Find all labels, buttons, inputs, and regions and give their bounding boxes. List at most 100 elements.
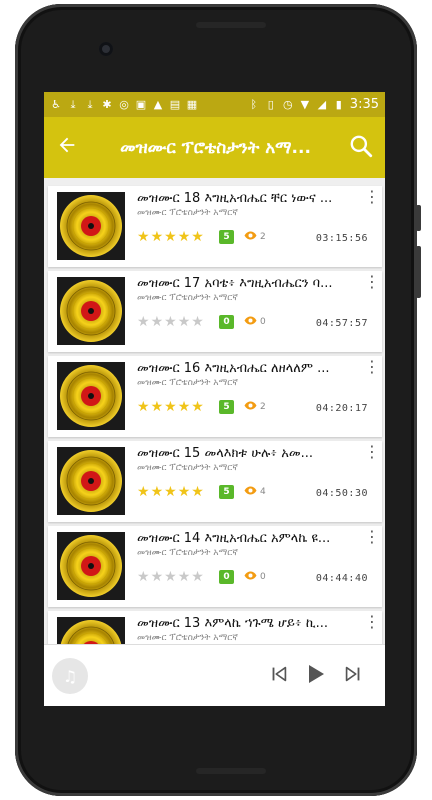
star-icon[interactable]: ★: [191, 570, 204, 584]
star-icon[interactable]: ★: [151, 400, 164, 414]
song-title: መዝሙር 17 አባቴ፥ እግዚአብሔርን ባ...: [137, 276, 333, 291]
mini-player: ♫: [44, 644, 385, 706]
star-icon[interactable]: ★: [164, 230, 177, 244]
star-icon[interactable]: ★: [191, 400, 204, 414]
vinyl-thumbnail: [57, 447, 125, 515]
rating-stars: ★★★★★: [137, 570, 204, 584]
view-count: 0: [244, 571, 266, 583]
view-count: 2: [244, 231, 266, 243]
more-vert-icon: ⋮: [364, 442, 380, 461]
settings-icon: ✱: [102, 98, 112, 111]
song-card[interactable]: መዝሙር 16 እግዚአብሔር ለዘላለም ... መዝሙር ፕሮቴስታንት አ…: [48, 356, 382, 437]
eye-icon: [244, 316, 257, 328]
song-title: መዝሙር 14 እግዚአብሔር አምላኬ ዩ...: [137, 531, 331, 546]
star-icon[interactable]: ★: [151, 570, 164, 584]
view-count-value: 0: [260, 572, 266, 582]
star-icon[interactable]: ★: [178, 485, 191, 499]
view-count-value: 0: [260, 317, 266, 327]
more-vert-icon: ⋮: [364, 612, 380, 631]
song-artist: መዝሙር ፕሮቴስታንት አማርኛ: [137, 293, 238, 303]
album-art-button[interactable]: ♫: [52, 658, 88, 694]
song-card[interactable]: መዝሙር 14 እግዚአብሔር አምላኬ ዩ... መዝሙር ፕሮቴስታንት አ…: [48, 526, 382, 607]
search-button[interactable]: [347, 134, 375, 162]
next-button[interactable]: [340, 663, 366, 689]
top-speaker: [196, 22, 266, 28]
status-time: 3:35: [349, 97, 379, 112]
skip-previous-icon: [268, 663, 290, 689]
app-bar: መዝሙር ፕሮቴስታንት አማ...: [44, 117, 385, 178]
accessibility-icon: ♿: [51, 98, 61, 111]
star-icon[interactable]: ★: [164, 570, 177, 584]
rating-badge: 5: [219, 230, 234, 244]
song-card[interactable]: መዝሙር 18 እግዚአብሔር ቸር ነውና ... መዝሙር ፕሮቴስታንት …: [48, 186, 382, 267]
battery-icon: ▮: [335, 98, 342, 111]
download-done-icon: ⤓: [87, 97, 93, 111]
power-button: [416, 205, 421, 231]
car-icon: ▲: [153, 98, 163, 111]
eye-icon: [244, 571, 257, 583]
star-icon[interactable]: ★: [137, 230, 150, 244]
star-icon[interactable]: ★: [151, 485, 164, 499]
image-icon: ▣: [135, 98, 147, 111]
more-options-button[interactable]: ⋮: [364, 274, 380, 290]
more-vert-icon: ⋮: [364, 357, 380, 376]
play-button[interactable]: [302, 663, 328, 689]
song-duration: 04:57:57: [315, 318, 368, 329]
song-card[interactable]: መዝሙር 17 አባቴ፥ እግዚአብሔርን ባ... መዝሙር ፕሮቴስታንት …: [48, 271, 382, 352]
star-icon[interactable]: ★: [191, 230, 204, 244]
more-options-button[interactable]: ⋮: [364, 359, 380, 375]
star-icon[interactable]: ★: [137, 485, 150, 499]
more-options-button[interactable]: ⋮: [364, 189, 380, 205]
more-vert-icon: ⋮: [364, 187, 380, 206]
search-icon: [348, 133, 374, 163]
more-options-button[interactable]: ⋮: [364, 614, 380, 630]
previous-button[interactable]: [266, 663, 292, 689]
star-icon[interactable]: ★: [151, 315, 164, 329]
rating-stars: ★★★★★: [137, 485, 204, 499]
vinyl-thumbnail: [57, 532, 125, 600]
bluetooth-icon: ᛒ: [250, 98, 258, 111]
location-icon: ◎: [119, 98, 129, 111]
star-icon[interactable]: ★: [191, 315, 204, 329]
star-icon[interactable]: ★: [164, 315, 177, 329]
star-icon[interactable]: ★: [191, 485, 204, 499]
download-icon: ⤓: [70, 97, 76, 111]
song-duration: 04:44:40: [315, 573, 368, 584]
star-icon[interactable]: ★: [164, 400, 177, 414]
star-icon[interactable]: ★: [178, 315, 191, 329]
more-options-button[interactable]: ⋮: [364, 529, 380, 545]
song-title: መዝሙር 13 እምላኬ ኀጉሜ ሆይ፥ ኪ...: [137, 616, 328, 631]
alarm-icon: ◷: [282, 98, 293, 111]
rating-badge: 0: [219, 570, 234, 584]
star-icon[interactable]: ★: [137, 400, 150, 414]
rating-stars: ★★★★★: [137, 230, 204, 244]
song-artist: መዝሙር ፕሮቴስታንት አማርኛ: [137, 378, 238, 388]
calendar-icon: ▦: [186, 98, 198, 111]
star-icon[interactable]: ★: [178, 570, 191, 584]
song-duration: 04:20:17: [315, 403, 368, 414]
star-icon[interactable]: ★: [178, 230, 191, 244]
song-card[interactable]: መዝሙር 15 መላእክቱ ሁሉ፥ አመ... መዝሙር ፕሮቴስታንት አማር…: [48, 441, 382, 522]
song-artist: መዝሙር ፕሮቴስታንት አማርኛ: [137, 208, 238, 218]
vinyl-thumbnail: [57, 277, 125, 345]
star-icon[interactable]: ★: [151, 230, 164, 244]
star-icon[interactable]: ★: [164, 485, 177, 499]
more-options-button[interactable]: ⋮: [364, 444, 380, 460]
notification-icon: ▤: [169, 98, 181, 111]
screen: ♿ ⤓ ⤓ ✱ ◎ ▣ ▲ ▤ ▦ ᛒ ▯ ◷ ▼ ◢ ▮ 3:35 መዝሙር …: [44, 92, 385, 706]
more-vert-icon: ⋮: [364, 527, 380, 546]
star-icon[interactable]: ★: [137, 570, 150, 584]
view-count: 4: [244, 486, 266, 498]
skip-next-icon: [342, 663, 364, 689]
vinyl-thumbnail: [57, 362, 125, 430]
song-artist: መዝሙር ፕሮቴስታንት አማርኛ: [137, 463, 238, 473]
star-icon[interactable]: ★: [178, 400, 191, 414]
star-icon[interactable]: ★: [137, 315, 150, 329]
view-count-value: 4: [260, 487, 266, 497]
back-button[interactable]: [56, 134, 84, 162]
song-artist: መዝሙር ፕሮቴስታንት አማርኛ: [137, 633, 238, 643]
song-duration: 03:15:56: [315, 233, 368, 244]
rating-stars: ★★★★★: [137, 400, 204, 414]
song-artist: መዝሙር ፕሮቴስታንት አማርኛ: [137, 548, 238, 558]
vinyl-thumbnail: [57, 192, 125, 260]
